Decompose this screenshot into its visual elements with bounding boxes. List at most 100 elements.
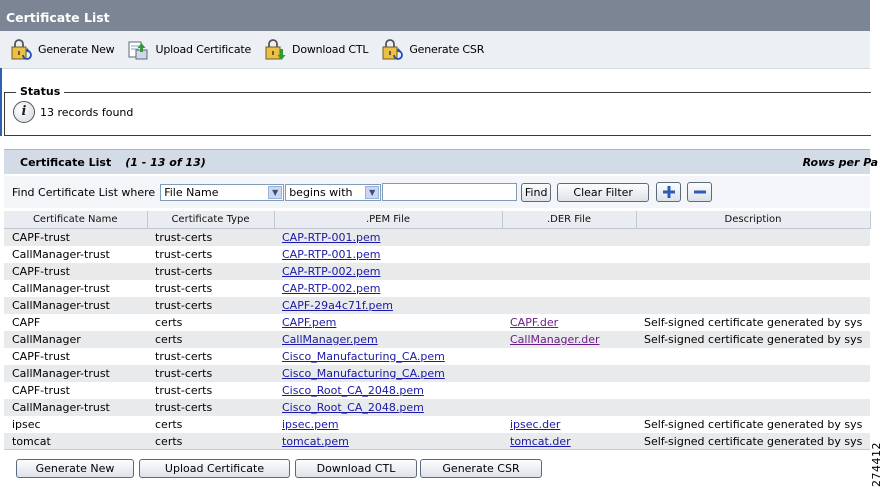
certificate-name: CallManager-trust <box>4 365 147 382</box>
download-ctl-label: Download CTL <box>292 43 369 56</box>
info-icon: i <box>13 101 35 123</box>
filter-label: Find Certificate List where <box>12 185 156 199</box>
table-header-row: Certificate Name Certificate Type .PEM F… <box>4 211 871 229</box>
table-row: CallManager-trust trust-certs CAP-RTP-00… <box>4 280 870 297</box>
generate-csr-button[interactable]: Generate CSR <box>420 459 542 478</box>
upload-certificate-toolbar-button[interactable]: Upload Certificate <box>126 38 251 62</box>
generate-new-toolbar-button[interactable]: Generate New <box>9 38 115 62</box>
pem-file-link[interactable]: Cisco_Manufacturing_CA.pem <box>282 367 445 380</box>
certificate-name: tomcat <box>4 433 147 450</box>
der-file-link[interactable]: CallManager.der <box>510 333 600 346</box>
table-row: CallManager-trust trust-certs Cisco_Manu… <box>4 365 870 382</box>
figure-id-container: 274412 <box>868 442 884 488</box>
certificate-name: CAPF-trust <box>4 263 147 280</box>
pem-file-link[interactable]: Cisco_Manufacturing_CA.pem <box>282 350 445 363</box>
status-message: 13 records found <box>40 105 134 119</box>
upload-certificate-label: Upload Certificate <box>155 43 252 56</box>
table-row: CAPF-trust trust-certs Cisco_Manufacturi… <box>4 348 870 365</box>
find-button[interactable]: Find <box>521 182 552 202</box>
description: Self-signed certificate generated by sys <box>636 416 870 433</box>
list-title: Certificate List <box>20 155 112 169</box>
page-title: Certificate List <box>0 0 870 31</box>
pem-file-link[interactable]: CAPF-29a4c71f.pem <box>282 299 393 312</box>
certificate-name: CallManager-trust <box>4 399 147 416</box>
pem-file-link[interactable]: CallManager.pem <box>282 333 378 346</box>
add-filter-button[interactable] <box>656 182 682 202</box>
pem-file-link[interactable]: CAP-RTP-002.pem <box>282 265 380 278</box>
record-count: (1 - 13 of 13) <box>125 155 206 169</box>
description: Self-signed certificate generated by sys <box>636 331 870 348</box>
download-ctl-toolbar-button[interactable]: Download CTL <box>263 38 369 62</box>
column-header-description[interactable]: Description <box>636 211 871 229</box>
certificate-name: CAPF-trust <box>4 228 147 246</box>
column-header-certificate-type[interactable]: Certificate Type <box>147 211 275 229</box>
description <box>636 297 870 314</box>
pem-file-link[interactable]: CAP-RTP-002.pem <box>282 282 380 295</box>
upload-certificate-button[interactable]: Upload Certificate <box>139 459 290 478</box>
clear-filter-button[interactable]: Clear Filter <box>557 182 650 202</box>
lock-refresh-icon <box>382 38 404 60</box>
plus-icon <box>662 186 675 198</box>
certificate-name: CallManager <box>4 331 147 348</box>
table-row: CAPF-trust trust-certs CAP-RTP-002.pem <box>4 263 870 280</box>
pem-file-link[interactable]: CAP-RTP-001.pem <box>282 231 380 244</box>
column-header-pem-file[interactable]: .PEM File <box>274 211 503 229</box>
minus-icon <box>693 190 706 194</box>
download-ctl-button[interactable]: Download CTL <box>295 459 417 478</box>
generate-csr-toolbar-button[interactable]: Generate CSR <box>380 38 484 62</box>
filter-field-value: File Name <box>164 185 219 199</box>
figure-id: 274412 <box>870 442 883 487</box>
table-row: CAPF certs CAPF.pem CAPF.der Self-signed… <box>4 314 870 331</box>
description <box>636 348 870 365</box>
description <box>636 365 870 382</box>
filter-operator-value: begins with <box>289 185 353 199</box>
column-header-certificate-name[interactable]: Certificate Name <box>4 211 148 229</box>
certificate-list-header: Certificate List (1 - 13 of 13) Rows per… <box>4 149 878 174</box>
certificate-name: ipsec <box>4 416 147 433</box>
description <box>636 382 870 399</box>
certificate-type: trust-certs <box>147 399 274 416</box>
pem-file-link[interactable]: CAP-RTP-001.pem <box>282 248 380 261</box>
description <box>636 228 870 246</box>
der-file-link[interactable]: tomcat.der <box>510 435 571 448</box>
table-row: ipsec certs ipsec.pem ipsec.der Self-sig… <box>4 416 870 433</box>
remove-filter-button[interactable] <box>687 182 713 202</box>
certificate-type: trust-certs <box>147 382 274 399</box>
description: Self-signed certificate generated by sys <box>636 433 870 450</box>
column-header-der-file[interactable]: .DER File <box>502 211 637 229</box>
table-row: tomcat certs tomcat.pem tomcat.der Self-… <box>4 433 870 450</box>
certificate-type: certs <box>147 433 274 450</box>
certificate-type: trust-certs <box>147 348 274 365</box>
bottom-button-bar: Generate New Upload Certificate Download… <box>4 449 870 488</box>
rows-per-page-label: Rows per Pa <box>802 155 878 169</box>
certificate-type: trust-certs <box>147 280 274 297</box>
der-file-link[interactable]: CAPF.der <box>510 316 558 329</box>
certificate-name: CallManager-trust <box>4 280 147 297</box>
description <box>636 280 870 297</box>
left-accent-bar <box>0 68 2 136</box>
generate-csr-label: Generate CSR <box>409 43 485 56</box>
filter-field-select[interactable]: File Name ▼ <box>160 183 285 201</box>
pem-file-link[interactable]: CAPF.pem <box>282 316 336 329</box>
description <box>636 399 870 416</box>
pem-file-link[interactable]: Cisco_Root_CA_2048.pem <box>282 401 424 414</box>
lock-download-icon <box>265 38 286 60</box>
description <box>636 263 870 280</box>
filter-search-input[interactable] <box>382 183 518 201</box>
pem-file-link[interactable]: tomcat.pem <box>282 435 349 448</box>
table-row: CallManager certs CallManager.pem CallMa… <box>4 331 870 348</box>
table-row: CallManager-trust trust-certs CAPF-29a4c… <box>4 297 870 314</box>
filter-operator-select[interactable]: begins with ▼ <box>285 183 382 201</box>
pem-file-link[interactable]: Cisco_Root_CA_2048.pem <box>282 384 424 397</box>
chevron-down-icon: ▼ <box>268 185 283 199</box>
table-row: CallManager-trust trust-certs Cisco_Root… <box>4 399 870 416</box>
certificate-name: CAPF-trust <box>4 382 147 399</box>
table-row: CAPF-trust trust-certs Cisco_Root_CA_204… <box>4 382 870 399</box>
description <box>636 246 870 263</box>
table-row: CallManager-trust trust-certs CAP-RTP-00… <box>4 246 870 263</box>
generate-new-button[interactable]: Generate New <box>16 459 134 478</box>
pem-file-link[interactable]: ipsec.pem <box>282 418 339 431</box>
filter-bar: Find Certificate List where File Name ▼ … <box>4 176 870 208</box>
der-file-link[interactable]: ipsec.der <box>510 418 560 431</box>
certificate-type: trust-certs <box>147 228 274 246</box>
